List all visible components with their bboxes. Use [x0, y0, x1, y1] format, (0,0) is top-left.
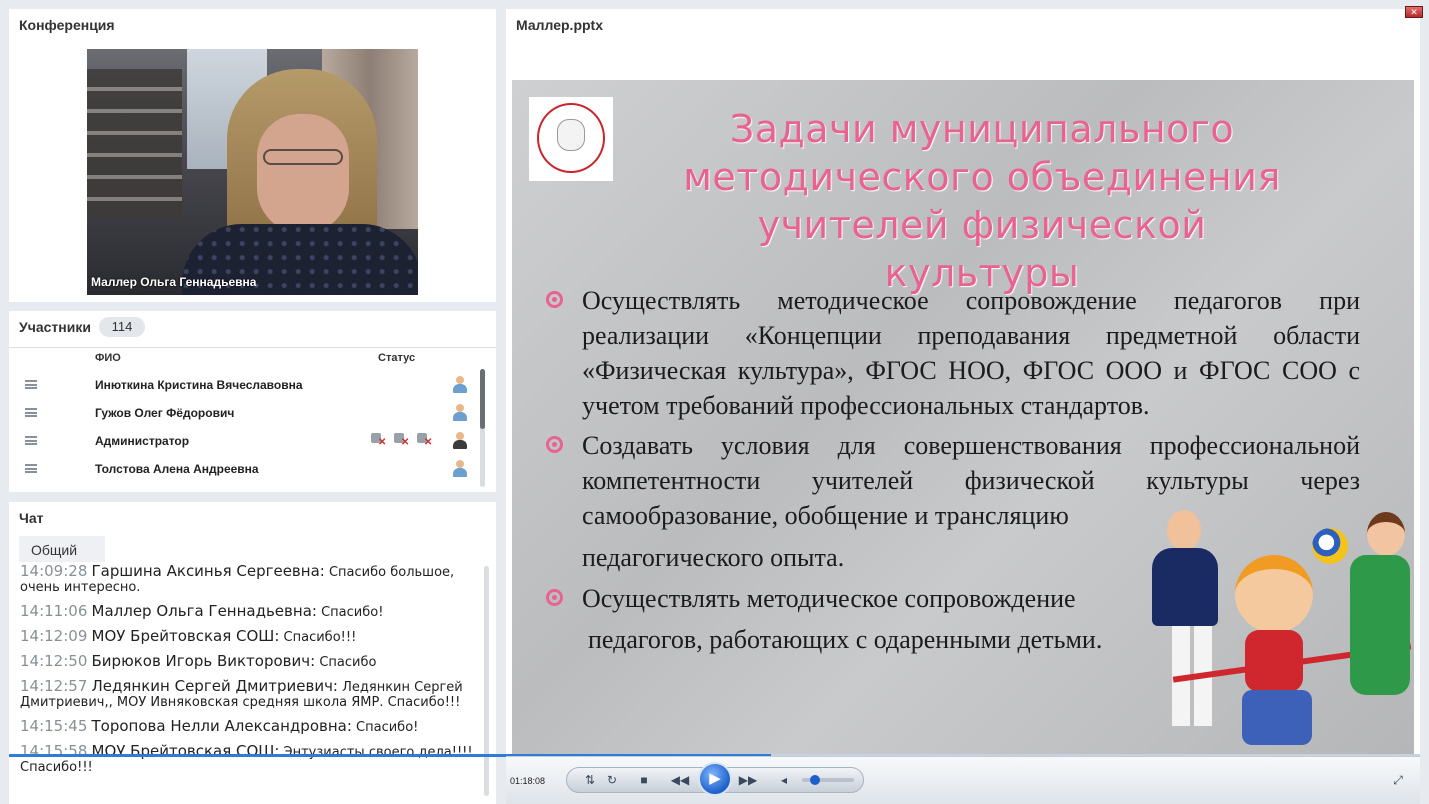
play-button[interactable]: ▶ — [698, 762, 732, 796]
bullet-text: Создавать условия для совершенствования … — [582, 431, 1360, 530]
slide-title-line: методического объединения — [683, 155, 1281, 199]
admin-user-icon — [453, 432, 467, 450]
fullscreen-icon[interactable]: ⤢ — [1388, 770, 1408, 790]
volleyball-icon — [1312, 528, 1348, 564]
scrollbar-thumb[interactable] — [480, 369, 485, 429]
shuffle-icon[interactable]: ⇅ — [580, 770, 600, 790]
row-menu-icon[interactable] — [25, 464, 37, 473]
conference-panel: Конференция Маллер Ольга Геннадьевна — [9, 9, 496, 302]
chat-title: Чат — [19, 510, 44, 526]
media-controls: 01:18:08 ⇅ ↻ ■ ◀◀ ▶ ▶▶ ◂ ⤢ — [506, 756, 1420, 804]
presentation-panel: Маллер.pptx Задачи муниципального методи… — [506, 9, 1420, 804]
runner-boy-head — [1235, 555, 1313, 633]
bullet-text: Осуществлять методическое сопровождение … — [582, 286, 1360, 420]
message-author: Торопова Нелли Александровна: — [91, 717, 352, 735]
camera-off-icon[interactable]: ✕ — [394, 433, 409, 448]
video-bookshelf — [87, 69, 182, 219]
logo-bear — [557, 119, 585, 151]
girl-head — [1367, 512, 1405, 556]
message-time: 14:12:57 — [20, 677, 88, 695]
runner-boy-shorts — [1242, 690, 1312, 745]
association-logo — [529, 97, 613, 181]
chat-scrollbar[interactable] — [484, 566, 489, 796]
user-icon — [453, 460, 467, 478]
participant-name: Гужов Олег Фёдорович — [95, 406, 235, 420]
user-icon — [453, 404, 467, 422]
slide-title: Задачи муниципального методического объе… — [662, 105, 1302, 297]
chat-message: 14:11:06 Маллер Ольга Геннадьевна: Спаси… — [20, 602, 475, 621]
chat-tab-general[interactable]: Общий — [19, 536, 105, 562]
row-menu-icon[interactable] — [25, 408, 37, 417]
message-author: МОУ Брейтовская СОШ: — [91, 627, 280, 645]
participants-count-badge: 114 — [99, 317, 145, 337]
presentation-file-title: Маллер.pptx — [516, 17, 604, 33]
message-time: 14:09:28 — [20, 562, 88, 580]
message-author: Гаршина Аксинья Сергеевна: — [91, 562, 325, 580]
repeat-icon[interactable]: ↻ — [602, 770, 622, 790]
speaker-video[interactable]: Маллер Ольга Геннадьевна — [87, 49, 418, 295]
participant-row[interactable]: Инюткина Кристина Вячеславовна — [9, 371, 479, 399]
message-author: Ледянкин Сергей Дмитриевич: — [91, 677, 338, 695]
message-text: Спасибо! — [321, 605, 384, 620]
stop-icon[interactable]: ■ — [634, 770, 654, 790]
volume-slider[interactable] — [802, 775, 854, 785]
girl-body — [1350, 555, 1410, 695]
message-time: 14:12:50 — [20, 652, 88, 670]
participant-row[interactable]: Администратор ✕ ✕ ✕ — [9, 427, 479, 455]
microphone-off-icon[interactable]: ✕ — [371, 433, 386, 448]
athlete-boy-body — [1152, 548, 1218, 626]
speaker-caption: Маллер Ольга Геннадьевна — [91, 275, 257, 289]
chat-message-list: 14:09:28 Гаршина Аксинья Сергеевна: Спас… — [20, 564, 475, 784]
playback-time: 01:18:08 — [510, 776, 546, 786]
message-text: Спасибо! — [356, 720, 419, 735]
participant-name: Администратор — [95, 434, 190, 448]
chat-panel: Чат Общий 14:09:28 Гаршина Аксинья Серге… — [9, 502, 496, 804]
participants-header: ФИО Статус — [9, 347, 496, 369]
participants-scrollbar[interactable] — [480, 369, 485, 487]
chat-message: 14:12:57 Ледянкин Сергей Дмитриевич: Лед… — [20, 677, 475, 711]
chat-message: 14:09:28 Гаршина Аксинья Сергеевна: Спас… — [20, 562, 475, 596]
rewind-icon[interactable]: ◀◀ — [670, 770, 690, 790]
participants-title: Участники — [19, 319, 91, 335]
message-time: 14:12:09 — [20, 627, 88, 645]
slide-title-line: Задачи муниципального — [729, 107, 1235, 151]
message-text: Спасибо — [319, 655, 377, 670]
participant-row[interactable]: Гужов Олег Фёдорович — [9, 399, 479, 427]
chat-message: 14:12:50 Бирюков Игорь Викторович: Спаси… — [20, 652, 475, 671]
chat-message: 14:15:45 Торопова Нелли Александровна: С… — [20, 717, 475, 736]
message-time: 14:15:58 — [20, 742, 88, 760]
message-text: Спасибо!!! — [283, 630, 357, 645]
video-speaker-glasses — [263, 149, 343, 165]
row-menu-icon[interactable] — [25, 436, 37, 445]
bullet-icon — [546, 291, 563, 308]
chat-message: 14:15:58 МОУ Брейтовская СОШ: Энтузиасты… — [20, 742, 475, 776]
participant-row[interactable]: Толстова Алена Андреевна — [9, 455, 479, 483]
message-time: 14:15:45 — [20, 717, 88, 735]
screen-off-icon[interactable]: ✕ — [417, 433, 432, 448]
message-author: Маллер Ольга Геннадьевна: — [91, 602, 317, 620]
fast-forward-icon[interactable]: ▶▶ — [738, 770, 758, 790]
message-author: МОУ Брейтовская СОШ: — [91, 742, 280, 760]
participants-panel: Участники 114 ФИО Статус Инюткина Кристи… — [9, 311, 496, 492]
close-icon[interactable]: ✕ — [1405, 6, 1423, 18]
column-header-status: Статус — [378, 352, 416, 364]
volume-icon[interactable]: ◂ — [774, 770, 794, 790]
bullet-icon — [546, 589, 563, 606]
presentation-slide: Задачи муниципального методического объе… — [512, 80, 1414, 755]
chat-message: 14:12:09 МОУ Брейтовская СОШ: Спасибо!!! — [20, 627, 475, 646]
conference-title: Конференция — [19, 17, 115, 33]
athlete-boy-head — [1167, 510, 1201, 550]
participant-name: Толстова Алена Андреевна — [95, 462, 259, 476]
user-icon — [453, 376, 467, 394]
message-author: Бирюков Игорь Викторович: — [91, 652, 316, 670]
participant-name: Инюткина Кристина Вячеславовна — [95, 378, 303, 392]
column-header-name: ФИО — [95, 352, 121, 364]
message-time: 14:11:06 — [20, 602, 88, 620]
runner-boy-body — [1245, 630, 1303, 692]
bullet-icon — [546, 436, 563, 453]
video-speaker-face — [257, 114, 349, 234]
row-menu-icon[interactable] — [25, 380, 37, 389]
